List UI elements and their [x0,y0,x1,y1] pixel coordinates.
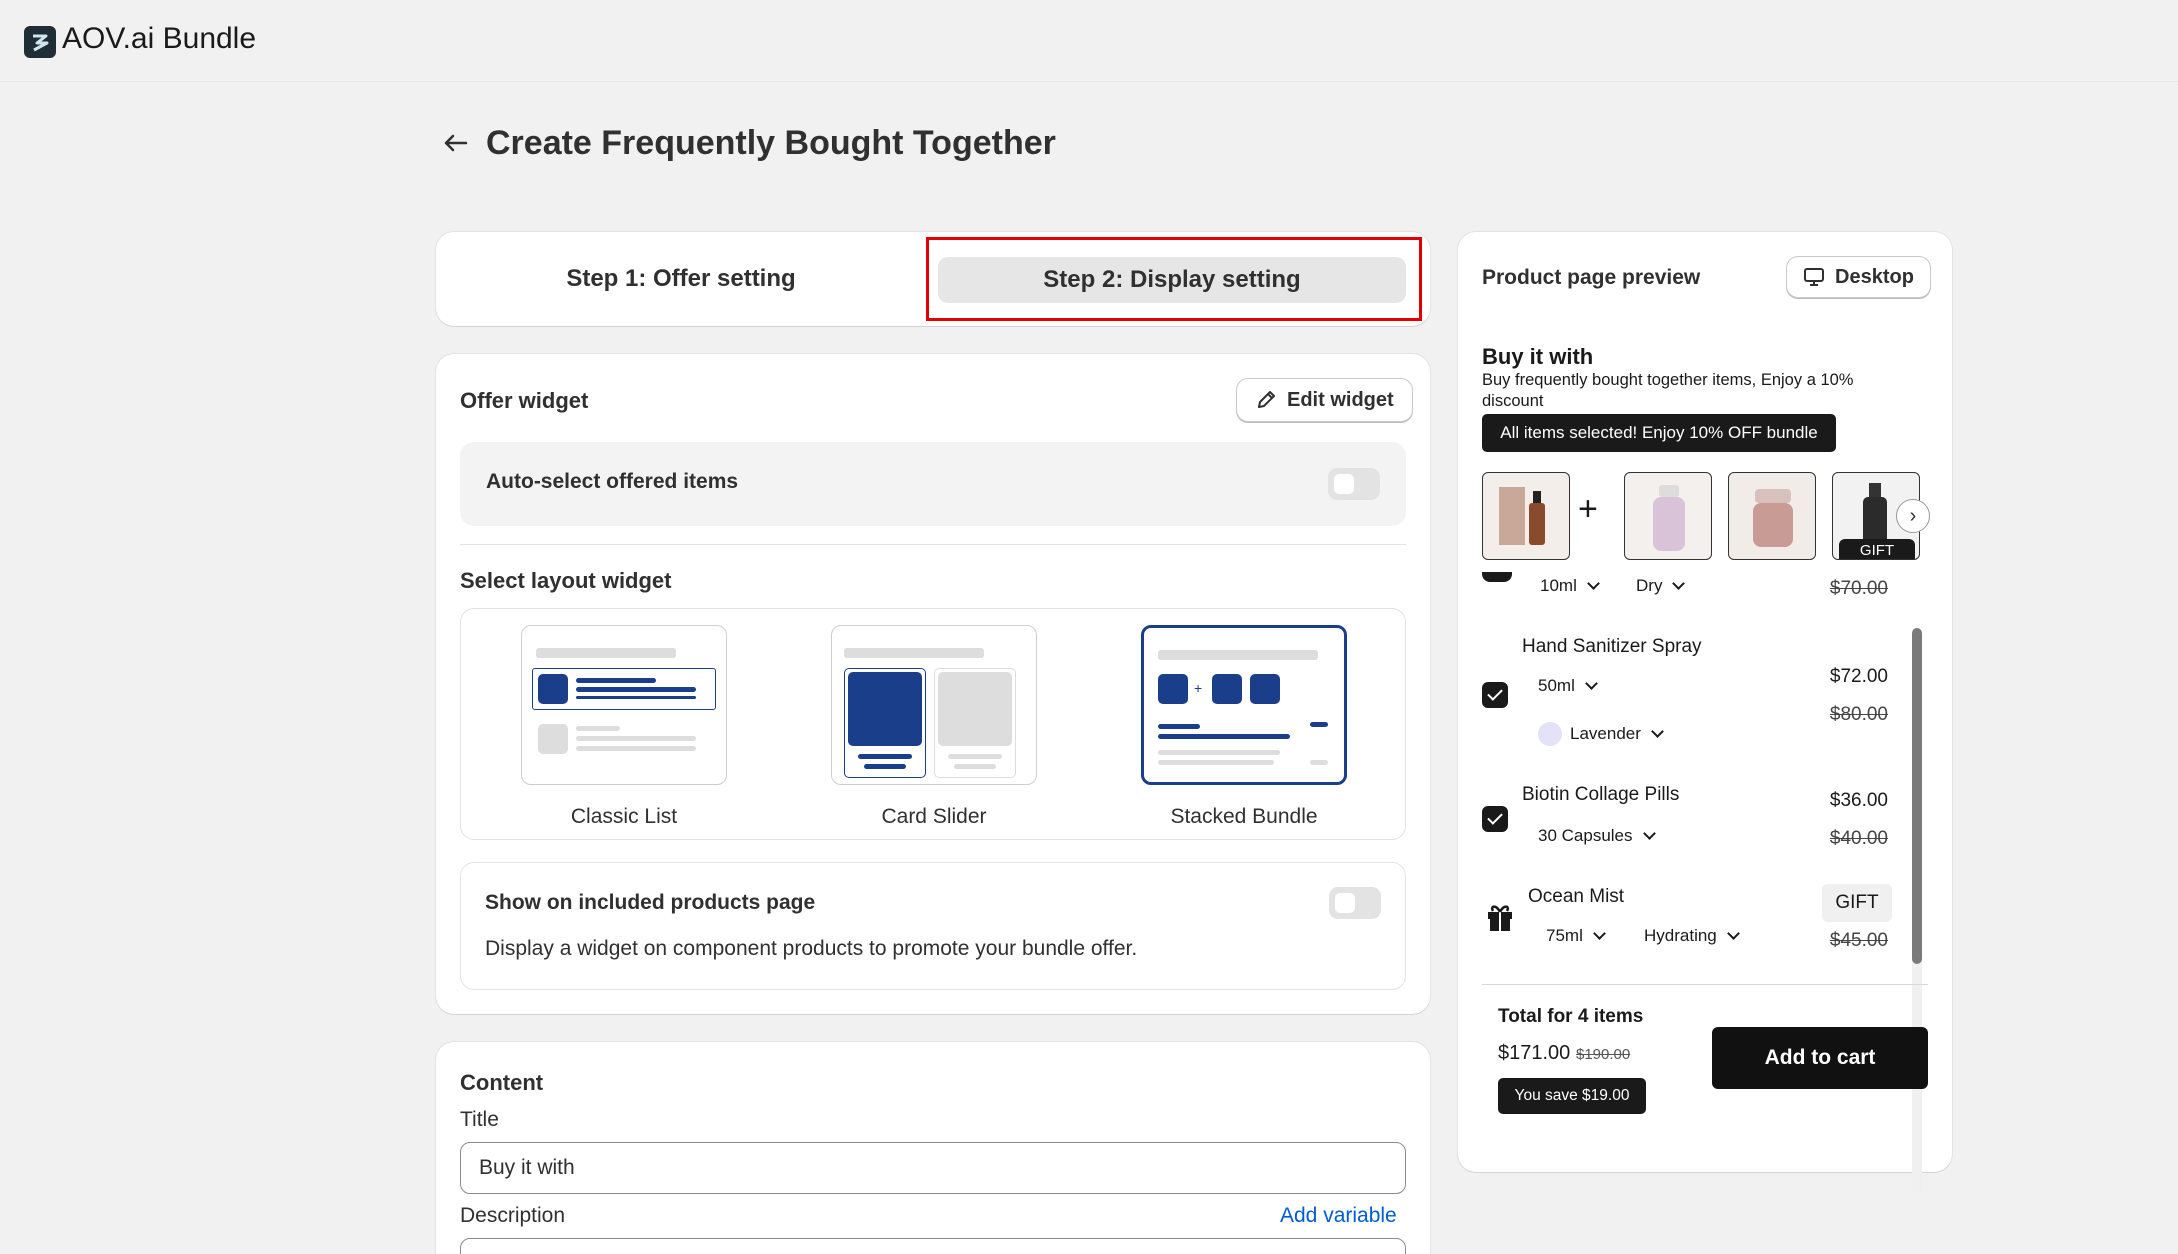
classic-list-label: Classic List [570,805,678,828]
desktop-label: Desktop [1835,265,1914,288]
title-field-label: Title [460,1108,499,1131]
aov-logo-icon [24,26,56,58]
plus-icon: + [1578,490,1598,528]
size-select[interactable]: 75ml [1546,926,1604,946]
edit-widget-button[interactable]: Edit widget [1236,378,1413,422]
savings-badge: You save $19.00 [1498,1078,1646,1114]
variant-select[interactable]: Lavender [1570,724,1662,744]
product-thumbnails: + GIFT [1482,472,1922,572]
tab-display-setting[interactable]: Step 2: Display setting [938,257,1406,303]
layout-classic-list[interactable]: Classic List [521,625,727,829]
content-card: Content Title Buy it with Description Ad… [436,1042,1430,1254]
back-arrow-icon[interactable] [440,128,470,164]
variant-select[interactable]: Dry [1636,576,1683,596]
total-old-price: $190.00 [1576,1046,1631,1063]
auto-select-label: Auto-select offered items [486,470,739,493]
content-section-title: Content [460,1070,544,1095]
auto-select-toggle[interactable] [1328,468,1380,500]
layout-section-title: Select layout widget [460,568,672,593]
bundle-banner: All items selected! Enjoy 10% OFF bundle [1482,414,1836,452]
item-checkbox[interactable] [1482,682,1508,708]
description-field-label: Description [460,1204,566,1227]
old-price: $40.00 [1829,828,1888,849]
widget-heading: Buy it with [1482,344,1594,369]
gift-icon [1486,900,1514,937]
tab-offer-setting[interactable]: Step 1: Offer setting [436,232,926,326]
title-input[interactable]: Buy it with [460,1142,1406,1194]
stacked-bundle-thumbnail: + [1141,625,1347,785]
card-slider-thumbnail [831,625,1037,785]
gift-tag: GIFT [1839,539,1915,559]
layout-card-slider[interactable]: Card Slider [831,625,1037,829]
product-thumb-spray[interactable] [1624,472,1712,560]
app-title: AOV.ai Bundle [62,22,257,55]
scrollbar-thumb[interactable] [1912,628,1922,964]
color-swatch [1538,722,1562,746]
size-select[interactable]: 50ml [1538,676,1596,696]
show-included-description: Display a widget on component products t… [485,937,1138,960]
show-included-title: Show on included products page [485,891,816,914]
classic-list-thumbnail [521,625,727,785]
item-name: Ocean Mist [1528,886,1625,907]
preview-title: Product page preview [1482,266,1701,289]
add-to-cart-button[interactable]: Add to cart [1712,1027,1928,1089]
chevron-right-icon[interactable]: › [1896,499,1930,533]
edit-widget-label: Edit widget [1287,388,1394,411]
item-price: $36.00 [1829,790,1888,811]
old-price: $80.00 [1829,704,1888,725]
page-title: Create Frequently Bought Together [486,124,1056,162]
stacked-bundle-label: Stacked Bundle [1170,805,1318,828]
total-price: $171.00 [1498,1042,1571,1064]
auto-select-row: Auto-select offered items [460,442,1406,526]
old-price: $70.00 [1829,578,1888,599]
size-select[interactable]: 30 Capsules [1538,826,1654,846]
gift-price-badge: GIFT [1822,884,1892,922]
total-label: Total for 4 items [1498,1006,1644,1027]
step-tabs: Step 1: Offer setting Step 2: Display se… [436,232,1430,326]
card-slider-label: Card Slider [881,805,987,828]
item-price: $72.00 [1829,666,1888,687]
widget-description: Buy frequently bought together items, En… [1482,371,1854,410]
offer-widget-title: Offer widget [460,388,589,413]
old-price: $45.00 [1829,930,1888,951]
item-checkbox[interactable] [1482,806,1508,832]
product-thumb-pills[interactable] [1728,472,1816,560]
variant-select[interactable]: Hydrating [1644,926,1738,946]
item-name: Biotin Collage Pills [1522,784,1680,805]
show-included-toggle[interactable] [1329,887,1381,919]
offer-widget-card: Offer widget Edit widget Auto-select off… [436,354,1430,1014]
app-topbar: AOV.ai Bundle [0,0,2178,82]
divider [1482,984,1928,985]
item-name: Hand Sanitizer Spray [1522,636,1702,657]
size-select[interactable]: 10ml [1540,576,1598,596]
desktop-toggle-button[interactable]: Desktop [1786,256,1931,298]
monitor-icon [1804,268,1824,286]
product-thumb-serum[interactable] [1482,472,1570,560]
layout-stacked-bundle[interactable]: + Stacked Bundle [1141,625,1347,829]
description-input[interactable] [460,1238,1406,1254]
show-included-box: Show on included products page Display a… [460,862,1406,990]
checkbox-partial[interactable] [1482,572,1512,582]
layout-options: Classic List Card Slider + Stacked Bundl… [460,608,1406,840]
pencil-icon [1258,391,1275,408]
add-variable-link[interactable]: Add variable [1280,1204,1397,1228]
divider [460,544,1406,545]
product-preview-card: Product page preview Desktop Buy it with… [1458,232,1952,1192]
